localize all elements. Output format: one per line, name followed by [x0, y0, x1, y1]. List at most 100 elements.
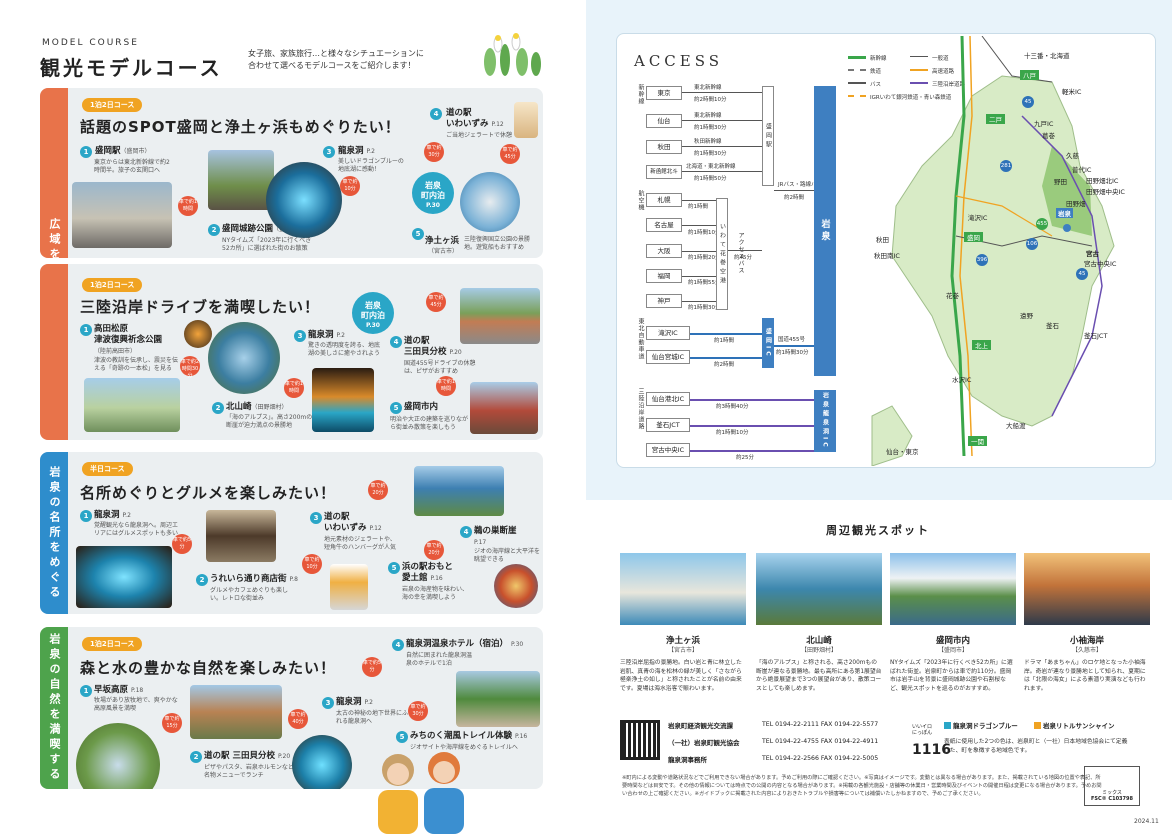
map-station: 二戸 — [986, 114, 1005, 124]
ryusendo-photo — [76, 546, 172, 608]
line-name: 北海道・東北新幹線 — [686, 164, 736, 170]
spot-number: 2 — [196, 574, 208, 586]
spot-desc: グルメやカフェめぐりも楽しい。レトロな街並み — [210, 587, 289, 602]
spot-sub: （陸前高田市） — [94, 348, 137, 355]
car-time-badge: 車で約1時間 — [178, 196, 198, 216]
course-section-2: 1泊2日コース 三陸沿岸ドライブを満喫したい！ 1 高田松原 津波復興祈念公園 （… — [40, 264, 543, 440]
spot-name: 道の駅 いわいずみ P.12 — [446, 108, 504, 129]
route-number: 106 — [1026, 238, 1038, 250]
nearby-area: 【盛岡市】 — [937, 647, 968, 654]
spot-number: 1 — [80, 510, 92, 522]
map-label: 田野畑 — [1066, 200, 1086, 208]
jodogahama-photo — [460, 172, 520, 232]
footer-notes: ※町内による変動や道路状況などでご利用できない場合があります。予めご利用の際にご… — [622, 775, 1102, 797]
fsc-logo: ミックス FSC® C103798 — [1084, 766, 1140, 806]
org-contact: TEL 0194-22-2566 FAX 0194-22-5005 — [762, 755, 879, 762]
spot-number: 2 — [208, 224, 220, 236]
route-number: 45 — [1076, 268, 1088, 280]
spot-desc: 自然に囲まれた龍泉洞温泉のホテルで1泊 — [406, 652, 473, 667]
travel-time: 約2時間 — [784, 195, 804, 201]
car-time-badge: 車で約30分 — [408, 701, 428, 721]
spot-desc: 東京からは東北新幹線で約2時間半。旅子の玄関口へ — [94, 159, 170, 174]
section-side-label: 広域をめぐる — [40, 88, 68, 258]
spot-desc: 「海のアルプス」。高さ200mの断崖が迫力満点の景勝地 — [226, 414, 313, 429]
spot-name: 盛岡市内 — [404, 402, 439, 412]
spot-number: 3 — [323, 146, 335, 158]
spot-number: 3 — [322, 697, 334, 709]
org-name: 岩泉町経済観光交流課 — [668, 722, 733, 730]
airport-box: 大阪 — [646, 244, 682, 258]
section-side-label: 岩泉の自然を満喫する — [40, 627, 68, 789]
course-tag: 1泊2日コース — [82, 98, 143, 112]
map-label: 軽米IC — [1062, 88, 1082, 96]
fsc-code: FSC® C103798 — [1091, 796, 1133, 802]
spot-name: 龍泉洞 P.2 — [94, 510, 131, 520]
route-label: 国道455号 — [778, 337, 805, 343]
map-station: 一関 — [968, 436, 987, 446]
org-contact: TEL 0194-22-2111 FAX 0194-22-5577 — [762, 721, 879, 728]
map-label: 釜石 — [1046, 322, 1059, 330]
map-iwaizumi: 岩泉 — [1056, 208, 1073, 218]
spot-desc: 覚醒観光なら龍泉洞へ。周辺エリアにはグルメスポットも多い — [94, 522, 179, 537]
page-subtitle: 女子旅、家族旅行…と様々なシチュエーションに 合わせて選べるモデルコースをご紹介… — [248, 48, 448, 72]
kosode-photo — [1024, 553, 1150, 625]
section-side-band — [40, 264, 68, 440]
spot-name: 道の駅 いわいずみ P.12 — [324, 512, 382, 533]
ic-box: 仙台宮城IC — [646, 350, 690, 364]
hanamaki-airport-box: いわて花巻空港 — [716, 198, 728, 310]
travel-time: 約1時間 — [688, 204, 708, 210]
takata-photo — [84, 378, 180, 432]
subtitle-line-1: 女子旅、家族旅行…と様々なシチュエーションに — [248, 49, 424, 58]
car-time-badge: 車で約5分 — [362, 657, 382, 677]
unosu-photo — [414, 466, 504, 516]
spot-number: 4 — [390, 336, 402, 348]
map-label: 釜石JCT — [1084, 332, 1108, 340]
ryusendo-photo — [312, 368, 374, 432]
qr-code[interactable] — [620, 720, 660, 760]
nearby-area: 【田野畑村】 — [800, 647, 837, 654]
hayasaka-photo — [76, 723, 160, 789]
map-label: 大船渡 — [1006, 422, 1026, 430]
gelato-photo — [330, 564, 368, 610]
spot-name: 高田松原 津波復興祈念公園 — [94, 324, 163, 345]
spot-number: 5 — [388, 562, 400, 574]
gelato-photo — [514, 102, 538, 138]
map-label: 宮古 — [1086, 250, 1099, 258]
ic-box: 釜石JCT — [646, 418, 690, 432]
fsc-label: ミックス — [1102, 790, 1122, 796]
spot-name: 浄土ヶ浜 — [425, 236, 460, 246]
spot-name: 龍泉洞 P.2 — [336, 697, 373, 707]
stay-badge: 岩泉 町内泊 P.30 — [352, 292, 394, 334]
subtitle-line-2: 合わせて選べるモデルコースをご紹介します！ — [248, 61, 416, 70]
org-name: （一社）岩泉町観光協会 — [668, 739, 740, 747]
morioka-ic-box: 盛岡IC — [762, 318, 774, 368]
spot-desc: 美しいドラゴンブルーの地底湖に感動！ — [338, 158, 404, 173]
airport-box: 福岡 — [646, 269, 682, 283]
route-number: 281 — [1000, 160, 1012, 172]
spot-desc: 牧場があり放牧地で、爽やかな高原風景を満喫 — [94, 697, 178, 712]
spot-number: 4 — [392, 639, 404, 651]
spot-name: みちのく潮風トレイル体験 P.16 — [410, 731, 528, 741]
color-desc: 表紙に使用した2つの色は、岩泉町と（一社）日本地域色協会にて定義した、町を象徴す… — [944, 739, 1128, 754]
map-label: 久慈 — [1066, 152, 1079, 160]
ryusendo-ic-box: 岩泉龍泉洞IC — [814, 390, 836, 452]
spot-desc: 三陸復興国立公園の景勝地。遊覧船もおすすめ — [464, 236, 531, 251]
map-label: 普代IC — [1072, 166, 1092, 174]
spot-desc: ピザやパスタ、岩泉ホルモンなどの名物メニューでランチ — [204, 764, 300, 779]
kitayamazaki-photo — [756, 553, 882, 625]
travel-time: 約2時間10分 — [694, 97, 727, 103]
travel-time: 約1時間30分 — [694, 125, 727, 131]
course-heading: 名所めぐりとグルメを楽しみたい！ — [80, 484, 337, 502]
shinkansen-label: 新幹線 — [637, 84, 644, 105]
spot-name: 龍泉洞 P.2 — [308, 330, 345, 340]
car-time-badge: 車で約45分 — [500, 144, 520, 164]
route-number: 45 — [1022, 96, 1034, 108]
line-name: 東北新幹線 — [694, 85, 722, 91]
nearby-desc: NYタイムズ「2023年に行くべき52カ所」に選ばれた街並。岩泉町からは車で約1… — [890, 660, 1013, 692]
car-time-badge: 車で約30分 — [424, 142, 444, 162]
travel-time: 約1時間30分 — [776, 350, 809, 356]
course-heading: 森と水の豊かな自然を楽しみたい！ — [80, 659, 337, 677]
sanriku-road-label: 三陸沿岸道路 — [637, 388, 644, 430]
left-page: MODEL COURSE 観光モデルコース 女子旅、家族旅行…と様々なシチュエー… — [0, 0, 586, 834]
castle-park-photo — [208, 150, 274, 210]
